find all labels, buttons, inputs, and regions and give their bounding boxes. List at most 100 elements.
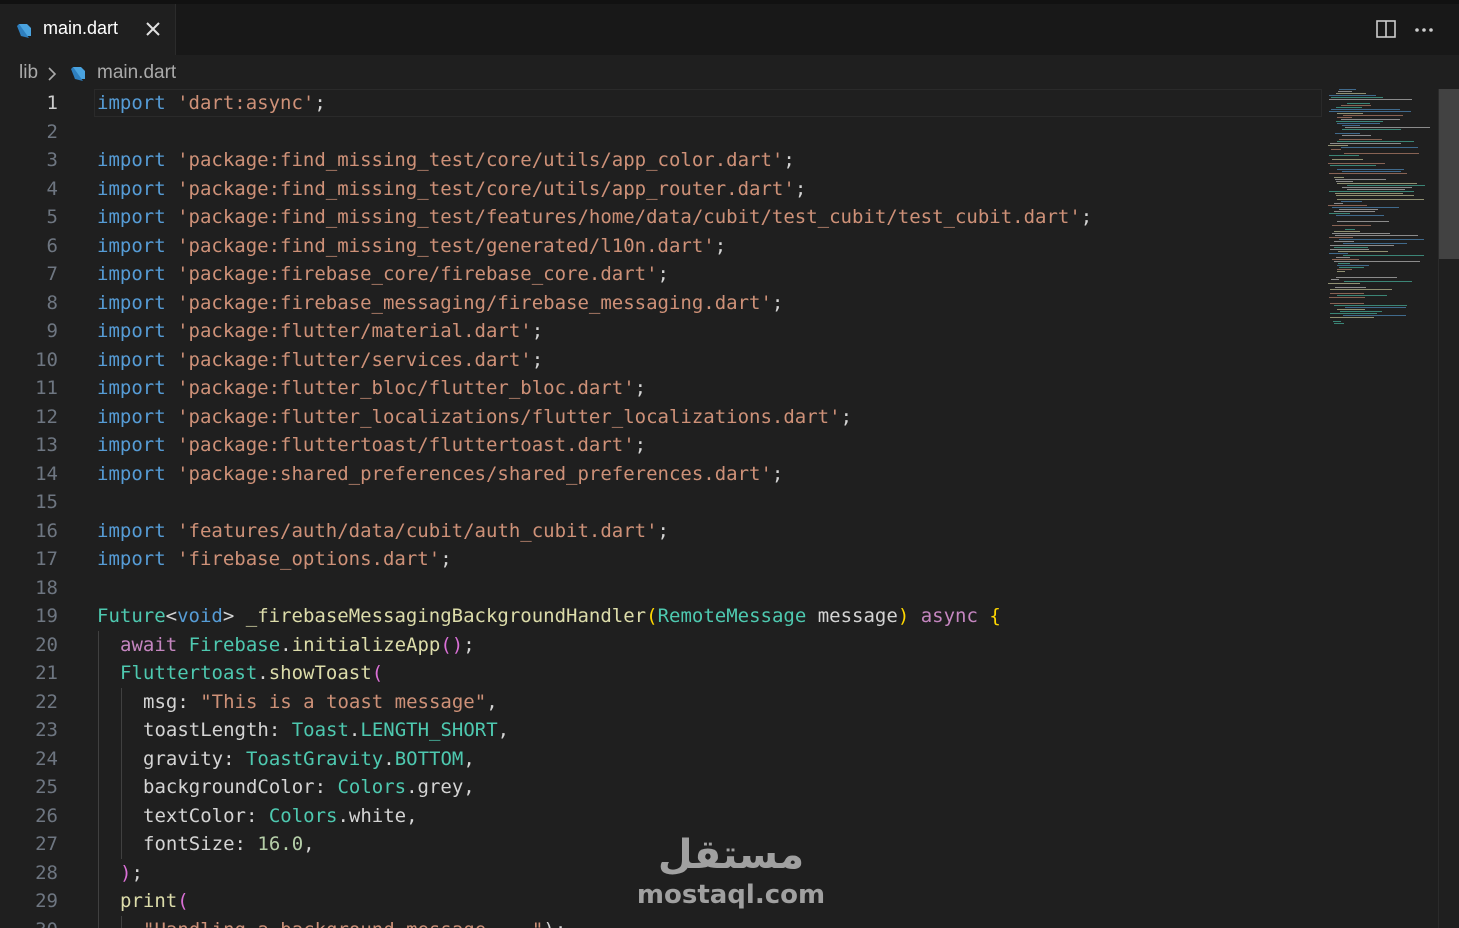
line-number: 28	[35, 861, 58, 884]
line-number: 18	[35, 576, 58, 599]
minimap[interactable]	[1326, 89, 1438, 329]
code-line[interactable]: 3 import 'package:find_missing_test/core/…	[0, 146, 1330, 175]
code-token: import	[97, 377, 166, 399]
minimap-line	[1337, 265, 1369, 266]
code-line[interactable]: 8 import 'package:firebase_messaging/fire…	[0, 289, 1330, 318]
indent-guide	[98, 716, 99, 745]
minimap-line	[1334, 305, 1407, 306]
scrollbar-thumb[interactable]	[1439, 89, 1459, 259]
line-number: 24	[35, 747, 58, 770]
minimap-line	[1345, 307, 1406, 308]
code-token: >	[222, 605, 246, 627]
code-line[interactable]: 17 import 'firebase_options.dart';	[0, 545, 1330, 574]
code-token: 'package:find_missing_test/core/utils/ap…	[177, 177, 795, 200]
code-line[interactable]: 11 import 'package:flutter_bloc/flutter_b…	[0, 374, 1330, 403]
code-token: import	[97, 462, 166, 485]
indent-guide	[98, 830, 99, 859]
code-token: async	[920, 605, 978, 627]
code-line[interactable]: 25 backgroundColor: Colors.grey,	[0, 773, 1330, 802]
watermark: مستقل mostaql.com	[636, 830, 826, 920]
line-number: 1	[46, 92, 58, 114]
code-line[interactable]: 18	[0, 574, 1330, 603]
code-token: )	[120, 861, 132, 884]
code-token: import	[97, 177, 166, 200]
code-editor[interactable]: 1 import 'dart:async'; 2 3 import 'package:f…	[0, 89, 1459, 928]
code-token: import	[97, 263, 166, 285]
code-line[interactable]: 21 Fluttertoast.showToast(	[0, 659, 1330, 688]
code-line[interactable]: 5 import 'package:find_missing_test/featu…	[0, 203, 1330, 232]
breadcrumb-file-main-dart[interactable]: main.dart	[97, 62, 176, 84]
code-token: gravity:	[143, 747, 246, 770]
code-line[interactable]: 20 await Firebase.initializeApp();	[0, 630, 1330, 659]
indent-guide	[121, 687, 122, 716]
code-token: (	[646, 605, 658, 627]
minimap-line	[1336, 277, 1397, 278]
code-text: import 'package:shared_preferences/share…	[97, 460, 783, 489]
code-token: ;	[1080, 206, 1093, 228]
code-line[interactable]: 7 import 'package:firebase_core/firebase_…	[0, 260, 1330, 289]
code-line[interactable]: 19 Future<void> _firebaseMessagingBackgro…	[0, 602, 1330, 631]
code-line[interactable]: 24 gravity: ToastGravity.BOTTOM,	[0, 744, 1330, 773]
minimap-line	[1329, 191, 1414, 192]
code-line[interactable]: 15	[0, 488, 1330, 517]
dart-file-icon	[17, 24, 31, 38]
minimap-line	[1336, 107, 1362, 108]
minimap-line	[1334, 211, 1375, 212]
code-line[interactable]: 16 import 'features/auth/data/cubit/auth_…	[0, 517, 1330, 546]
vertical-scrollbar[interactable]	[1438, 89, 1459, 928]
code-token: 'package:flutter/material.dart'	[177, 320, 532, 342]
code-token: print	[120, 890, 178, 912]
code-line[interactable]: 23 toastLength: Toast.LENGTH_SHORT,	[0, 716, 1330, 745]
split-editor-icon[interactable]	[1375, 18, 1397, 40]
minimap-line	[1341, 105, 1371, 106]
code-token: ;	[840, 405, 853, 428]
breadcrumb-folder-lib[interactable]: lib	[19, 62, 38, 84]
dart-file-icon	[71, 67, 85, 81]
minimap-line	[1329, 111, 1411, 112]
minimap-line	[1329, 297, 1365, 298]
code-token: void	[177, 605, 223, 627]
code-token: toastLength:	[143, 719, 292, 741]
minimap-line	[1339, 89, 1356, 90]
code-text: import 'package:flutter_localizations/fl…	[97, 403, 852, 432]
line-number: 4	[46, 177, 58, 200]
minimap-line	[1331, 279, 1339, 280]
code-token: import	[97, 434, 166, 456]
code-line[interactable]: 6 import 'package:find_missing_test/gener…	[0, 232, 1330, 261]
code-line[interactable]: 2	[0, 118, 1330, 147]
code-token: .	[383, 747, 395, 770]
minimap-line	[1343, 255, 1424, 256]
code-line[interactable]: 1 import 'dart:async';	[0, 89, 1330, 118]
code-token: ,	[497, 719, 510, 741]
code-line[interactable]: 13 import 'package:fluttertoast/flutterto…	[0, 431, 1330, 460]
tab-bar: main.dart	[0, 4, 1459, 55]
code-line[interactable]: 10 import 'package:flutter/services.dart'…	[0, 346, 1330, 375]
code-token: ;	[714, 234, 727, 257]
code-line[interactable]: 22 msg: "This is a toast message",	[0, 687, 1330, 716]
code-line[interactable]: 12 import 'package:flutter_localizations/…	[0, 403, 1330, 432]
line-number: 7	[46, 263, 58, 285]
code-token: ;	[440, 548, 452, 570]
minimap-line	[1332, 233, 1390, 234]
code-line[interactable]: 4 import 'package:find_missing_test/core/…	[0, 175, 1330, 204]
code-line[interactable]: 26 textColor: Colors.white,	[0, 801, 1330, 830]
minimap-line	[1341, 147, 1418, 148]
code-line[interactable]: 9 import 'package:flutter/material.dart';	[0, 317, 1330, 346]
code-token: backgroundColor:	[143, 776, 338, 798]
minimap-line	[1328, 163, 1385, 164]
more-actions-icon[interactable]	[1413, 18, 1435, 40]
tab-main-dart[interactable]: main.dart	[0, 4, 176, 55]
code-token: ;	[531, 348, 544, 371]
code-line[interactable]: 14 import 'package:shared_preferences/sha…	[0, 460, 1330, 489]
minimap-line	[1328, 283, 1360, 284]
code-text: );	[120, 859, 143, 888]
close-icon[interactable]	[143, 19, 163, 39]
code-text: import 'package:find_missing_test/genera…	[97, 232, 726, 261]
